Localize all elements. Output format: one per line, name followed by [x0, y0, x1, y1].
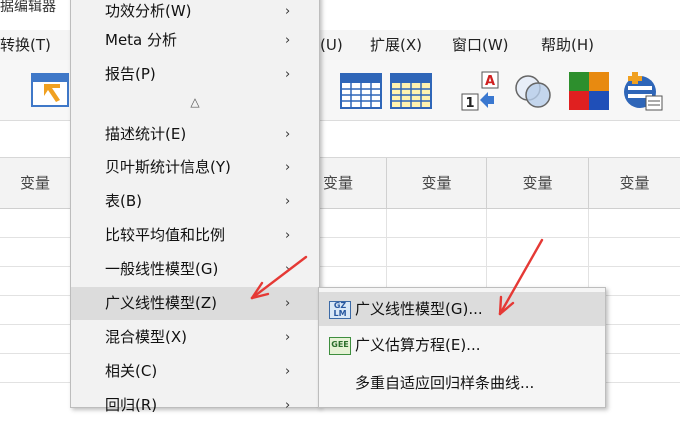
submenu-arrow-icon: ›: [285, 127, 291, 142]
menu-item-generalized-linear-models[interactable]: 广义线性模型(Z) ›: [71, 287, 319, 320]
value-labels-icon[interactable]: A 1: [460, 70, 502, 112]
column-header[interactable]: 变量: [487, 158, 589, 208]
window-title: 据编辑器: [0, 0, 56, 15]
value-labels-number: 1: [465, 96, 474, 111]
submenu-arrow-icon: ›: [285, 33, 291, 48]
menu-extensions[interactable]: 扩展(X): [370, 35, 422, 55]
submenu-arrow-icon: ›: [285, 364, 291, 379]
submenu-item-generalized-linear-models[interactable]: GZ LM 广义线性模型(G)...: [319, 292, 605, 326]
menu-item-label: 描述统计(E): [105, 125, 187, 143]
menu-item-label: 比较平均值和比例: [105, 226, 226, 244]
menu-item-label: 广义线性模型(Z): [105, 294, 217, 312]
menu-item-reports[interactable]: 报告(P) ›: [71, 58, 319, 91]
spelling-stack-icon[interactable]: [622, 70, 664, 112]
submenu-item-label: 多重自适应回归样条曲线...: [355, 374, 535, 392]
menu-help[interactable]: 帮助(H): [541, 35, 594, 55]
column-header[interactable]: 变量: [387, 158, 487, 208]
submenu-arrow-icon: ›: [285, 160, 291, 175]
column-header[interactable]: 变量: [589, 158, 680, 208]
menu-item-descriptive-statistics[interactable]: 描述统计(E) ›: [71, 118, 319, 151]
color-squares-icon[interactable]: [568, 70, 610, 112]
column-header[interactable]: 变量: [0, 158, 71, 208]
submenu-arrow-icon: ›: [285, 228, 291, 243]
scroll-up-icon[interactable]: △: [71, 93, 319, 111]
goto-case-icon[interactable]: [30, 70, 72, 112]
menu-item-label: 混合模型(X): [105, 328, 187, 346]
menu-window[interactable]: 窗口(W): [452, 35, 509, 55]
menu-item-label: Meta 分析: [105, 31, 178, 49]
submenu-arrow-icon: ›: [285, 67, 291, 82]
menu-item-label: 表(B): [105, 192, 142, 210]
submenu-arrow-icon: ›: [285, 194, 291, 209]
menu-item-bayesian-statistics[interactable]: 贝叶斯统计信息(Y) ›: [71, 151, 319, 184]
menu-item-general-linear-model[interactable]: 一般线性模型(G) ›: [71, 253, 319, 286]
analyze-menu: 功效分析(W) › Meta 分析 › 报告(P) › △ 描述统计(E) › …: [70, 0, 320, 414]
value-labels-letter: A: [485, 74, 495, 89]
generalized-linear-models-submenu: GZ LM 广义线性模型(G)... GEE 广义估算方程(E)... 多重自适…: [318, 287, 606, 408]
submenu-arrow-icon: ›: [285, 330, 291, 345]
menu-item-meta-analysis[interactable]: Meta 分析 ›: [71, 24, 319, 57]
submenu-item-mars[interactable]: 多重自适应回归样条曲线...: [319, 366, 605, 400]
menu-item-label: 报告(P): [105, 65, 156, 83]
menu-item-correlate[interactable]: 相关(C) ›: [71, 355, 319, 388]
data-grid-yellow-icon[interactable]: [390, 70, 432, 112]
menu-item-tables[interactable]: 表(B) ›: [71, 185, 319, 218]
submenu-item-label: 广义线性模型(G)...: [355, 300, 483, 318]
venn-circles-icon[interactable]: [512, 70, 554, 112]
menu-transform[interactable]: 转换(T): [0, 35, 51, 55]
gee-icon: GEE: [329, 337, 351, 355]
menu-item-compare-means[interactable]: 比较平均值和比例 ›: [71, 219, 319, 252]
submenu-arrow-icon: ›: [285, 296, 291, 311]
glm-icon: GZ LM: [329, 301, 351, 319]
submenu-item-generalized-estimating-equations[interactable]: GEE 广义估算方程(E)...: [319, 328, 605, 362]
submenu-arrow-icon: ›: [285, 262, 291, 277]
submenu-item-label: 广义估算方程(E)...: [355, 336, 481, 354]
menu-item-mixed-models[interactable]: 混合模型(X) ›: [71, 321, 319, 354]
menu-item-label: 贝叶斯统计信息(Y): [105, 158, 231, 176]
menu-item-label: 相关(C): [105, 362, 158, 380]
data-grid-icon[interactable]: [340, 70, 382, 112]
menu-utilities[interactable]: (U): [320, 35, 343, 55]
menu-item-label: 一般线性模型(G): [105, 260, 219, 278]
